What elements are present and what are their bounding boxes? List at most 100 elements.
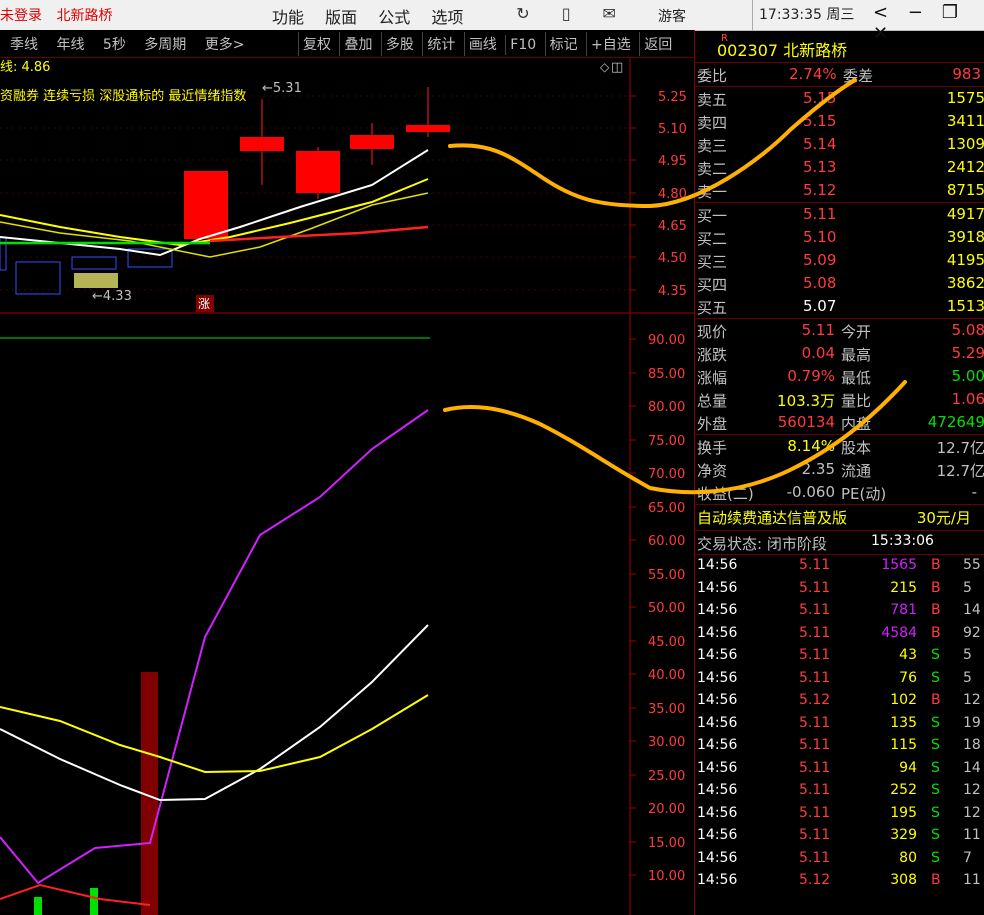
bid-row[interactable]: 买一 5.11 4917 (695, 203, 984, 226)
menu-options[interactable]: 选项 (431, 8, 463, 27)
tick-row: 14:56 5.11 781 B 14 (695, 600, 984, 623)
menu-layout[interactable]: 版面 (325, 8, 357, 27)
window-stock-name: 北新路桥 (56, 8, 113, 24)
bid-row[interactable]: 买四 5.08 3862 (695, 272, 984, 295)
title-icons: ↻ ▯ ✉ (504, 4, 628, 23)
stat-value: 1.06 (951, 390, 984, 408)
low-arrow-icon: ← (92, 289, 103, 304)
stat-label: 总量 (697, 392, 728, 410)
login-status[interactable]: 未登录 (0, 8, 42, 24)
indicator-tick: 10.00 (648, 869, 685, 884)
tick-count: 11 (963, 827, 981, 843)
price-ticks: 5.25 5.10 4.95 4.80 4.65 4.50 4.35 (630, 90, 687, 299)
tick-count: 55 (963, 557, 981, 573)
clock: 17:33:35 周三 (752, 0, 854, 30)
ad-price[interactable]: 30元/月 (917, 507, 971, 528)
bid-row[interactable]: 买二 5.10 3918 (695, 226, 984, 249)
restore-icon[interactable]: ❐ (935, 2, 964, 23)
mail-icon[interactable]: ✉ (590, 4, 628, 23)
stock-code: 002307 (717, 41, 779, 60)
ask-volume: 1575 (946, 89, 984, 107)
stat-label: 最高 (841, 346, 872, 364)
indicator-tick-marks (630, 338, 636, 876)
indicator-tick: 30.00 (648, 735, 685, 750)
bid-label: 买三 (697, 253, 728, 271)
bid-row[interactable]: 买五 5.07 1513 (695, 295, 984, 318)
multi-stock-button[interactable]: 多股 (380, 32, 418, 56)
stat-label: 量比 (841, 392, 872, 410)
stat-label: 现价 (697, 323, 728, 341)
tick-direction: S (931, 804, 940, 821)
tab-multi-period[interactable]: 多周期 (144, 37, 186, 53)
indicator-tick: 40.00 (648, 668, 685, 683)
mark-button[interactable]: 标记 (544, 32, 582, 56)
user-label[interactable]: 游客 (658, 6, 686, 26)
ad-text[interactable]: 自动续费通达信普及版 (697, 507, 847, 528)
ask-list: 卖五 5.15 1575 卖四 5.15 3411 卖三 5.14 1309 卖二 5.13 2… (695, 87, 984, 203)
tick-row: 14:56 5.11 76 S 5 (695, 668, 984, 691)
tick-price: 5.11 (799, 827, 831, 843)
diamond-icon[interactable]: ◇ (600, 60, 610, 74)
tab-more[interactable]: 更多> (205, 37, 245, 53)
weibi-label: 委比 (697, 67, 728, 85)
stat-label: 涨跌 (697, 346, 728, 364)
tick-row: 14:56 5.11 4584 B 92 (695, 623, 984, 646)
stat-value: - (971, 483, 977, 501)
ask-row[interactable]: 卖三 5.14 1309 (695, 133, 984, 156)
menu-function[interactable]: 功能 (272, 8, 304, 27)
tick-price: 5.12 (799, 872, 831, 888)
bid-row[interactable]: 买三 5.09 4195 (695, 249, 984, 272)
ad-row[interactable]: 自动续费通达信普及版 30元/月 (695, 505, 984, 531)
ask-row[interactable]: 卖一 5.12 8715 (695, 179, 984, 202)
tick-price: 5.11 (799, 647, 831, 663)
stat-label: 最低 (841, 369, 872, 387)
ask-row[interactable]: 卖二 5.13 2412 (695, 156, 984, 179)
tick-direction: B (931, 692, 941, 708)
menu-formula[interactable]: 公式 (378, 8, 410, 27)
tick-count: 14 (963, 602, 981, 618)
tick-volume: 135 (890, 714, 917, 731)
ask-row[interactable]: 卖五 5.15 1575 (695, 87, 984, 110)
bid-volume: 4917 (946, 205, 984, 223)
stat-label: 今开 (841, 323, 872, 341)
tab-season[interactable]: 季线 (10, 37, 38, 53)
indicator-tick: 65.00 (648, 501, 685, 516)
ask-price: 5.15 (803, 112, 837, 130)
chart-area[interactable]: 线: 4.86 资融券 连续亏损 深股通标的 最近情绪指数 ◇ ◫ 5.25 5… (0, 57, 694, 915)
low-price-value: 4.33 (103, 289, 132, 304)
trade-state-time: 15:33:06 (871, 533, 934, 549)
tab-5s[interactable]: 5秒 (103, 37, 126, 53)
weicha-label: 委差 (843, 67, 874, 85)
weicha-value: 983 (952, 65, 981, 83)
ask-volume: 8715 (946, 181, 984, 199)
phone-icon[interactable]: ▯ (547, 4, 585, 23)
stats-button[interactable]: 统计 (422, 32, 459, 56)
refresh-icon[interactable]: ↻ (504, 4, 542, 23)
minimize-icon[interactable]: − (901, 2, 930, 23)
line-label: 线: 4.86 (0, 60, 50, 75)
tick-list[interactable]: 14:56 5.11 1565 B 55 14:56 5.11 215 B 5 14:56 5.11 7… (695, 555, 984, 893)
bid-label: 买二 (697, 230, 728, 248)
panel-toggle-icon[interactable]: ◫ (611, 60, 623, 75)
bid-list: 买一 5.11 4917 买二 5.10 3918 买三 5.09 4195 买四 5.08 3… (695, 203, 984, 319)
ask-row[interactable]: 卖四 5.15 3411 (695, 110, 984, 133)
stat-value: 5.00 (951, 367, 984, 385)
rights-button[interactable]: 复权 (298, 32, 335, 56)
f10-button[interactable]: F10 (505, 35, 540, 55)
return-button[interactable]: 返回 (639, 32, 676, 56)
chart-toolbar: 季线 年线 5秒 多周期 更多> 复权 叠加 多股 统计 画线 F10 标记 +… (0, 30, 694, 58)
title-bar: 未登录 北新路桥 功能 版面 公式 选项 ↻ ▯ ✉ 游客 17:33:35 周… (0, 0, 984, 44)
tick-direction: B (931, 872, 941, 888)
back-icon[interactable]: < (866, 2, 895, 23)
tab-year[interactable]: 年线 (56, 37, 84, 53)
overlay-button[interactable]: 叠加 (339, 32, 376, 56)
stat-value: 5.29 (951, 344, 984, 362)
stat-value: 560134 (777, 413, 835, 431)
draw-button[interactable]: 画线 (463, 32, 501, 56)
stat-label: 股本 (841, 439, 872, 457)
indicator-tick: 20.00 (648, 802, 685, 817)
ask-price: 5.12 (803, 181, 837, 199)
add-watchlist-button[interactable]: +自选 (586, 32, 635, 56)
tick-price: 5.11 (799, 579, 831, 596)
tick-volume: 43 (899, 647, 917, 663)
